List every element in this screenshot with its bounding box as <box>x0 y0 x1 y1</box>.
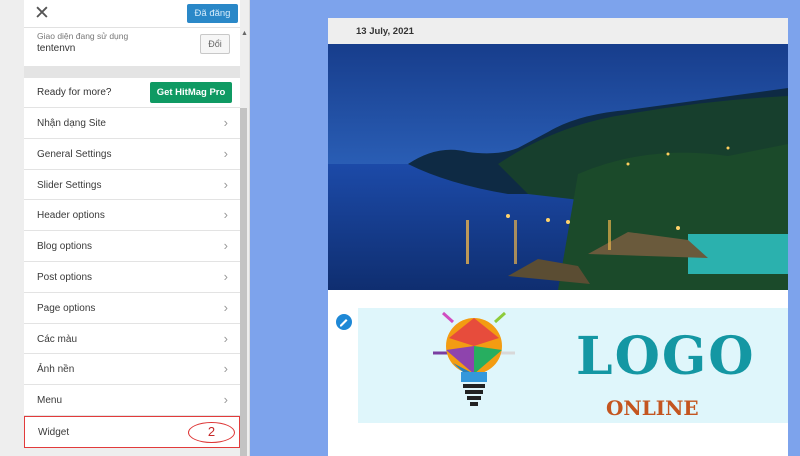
site-logo[interactable]: LOGO ONLINE <box>358 308 788 423</box>
get-pro-button[interactable]: Get HitMag Pro <box>150 82 232 103</box>
menu-item-label: General Settings <box>37 148 112 160</box>
menu-item-post-options[interactable]: Post options › <box>24 261 240 293</box>
chevron-right-icon: › <box>223 207 228 223</box>
publish-button[interactable]: Đã đăng <box>187 4 238 23</box>
menu-item-menus[interactable]: Menu › <box>24 385 240 416</box>
chevron-right-icon: › <box>223 299 228 315</box>
scroll-up-arrow-icon[interactable]: ▲ <box>241 30 248 37</box>
menu-item-colors[interactable]: Các màu › <box>24 323 240 355</box>
menu-item-label: Page options <box>37 302 96 314</box>
chevron-right-icon: › <box>223 268 228 284</box>
chevron-right-icon: › <box>223 361 228 377</box>
menu-item-label: Widget <box>38 426 70 438</box>
sidebar-scrollbar[interactable] <box>240 108 247 456</box>
menu-item-page-options[interactable]: Page options › <box>24 292 240 324</box>
section-divider <box>24 66 240 78</box>
chevron-right-icon: › <box>223 145 228 161</box>
upgrade-promo-row: Ready for more? Get HitMag Pro <box>24 78 240 108</box>
active-theme-label: Giao diện đang sử dụng <box>37 31 129 41</box>
edit-pencil-icon[interactable] <box>334 312 354 332</box>
top-date-bar: 13 July, 2021 <box>328 18 788 44</box>
menu-item-label: Post options <box>37 271 93 283</box>
logo-text: LOGO <box>576 326 756 387</box>
menu-item-slider-settings[interactable]: Slider Settings › <box>24 169 240 201</box>
menu-item-label: Các màu <box>37 333 78 345</box>
menu-item-site-identity[interactable]: Nhận dạng Site › <box>24 108 240 139</box>
logo-subtext: ONLINE <box>606 396 699 420</box>
menu-item-widgets[interactable]: Widget 2 <box>24 415 240 448</box>
close-icon[interactable]: ✕ <box>34 2 50 26</box>
chevron-right-icon: › <box>223 115 228 130</box>
customizer-menu: Nhận dạng Site › General Settings › Slid… <box>24 108 240 448</box>
customizer-sidebar: ✕ Đã đăng Giao diện đang sử dụng tentenv… <box>0 0 250 456</box>
chevron-right-icon: › <box>223 238 228 254</box>
chevron-right-icon: › <box>223 176 228 192</box>
menu-item-label: Ảnh nền <box>37 364 75 376</box>
chevron-right-icon: › <box>223 392 228 408</box>
current-date: 13 July, 2021 <box>356 26 414 37</box>
menu-item-label: Menu <box>37 395 63 407</box>
chevron-right-icon: › <box>223 330 228 346</box>
menu-item-label: Header options <box>37 210 105 222</box>
change-theme-button[interactable]: Đổi <box>200 34 230 54</box>
menu-item-blog-options[interactable]: Blog options › <box>24 231 240 262</box>
lightbulb-logo-icon <box>433 311 515 406</box>
menu-item-label: Blog options <box>37 241 93 253</box>
menu-item-header-options[interactable]: Header options › <box>24 200 240 232</box>
upgrade-promo-text: Ready for more? <box>37 87 112 98</box>
step-number-annotation: 2 <box>188 421 235 443</box>
menu-item-background-image[interactable]: Ảnh nền › <box>24 354 240 386</box>
menu-item-general-settings[interactable]: General Settings › <box>24 138 240 170</box>
hero-image <box>328 44 788 290</box>
active-theme-name: tentenvn <box>37 43 76 54</box>
site-preview: 13 July, 2021 LOGO ONLINE <box>328 18 788 456</box>
active-theme-panel: Giao diện đang sử dụng tentenvn Đổi <box>24 28 240 66</box>
customizer-header: ✕ Đã đăng <box>24 0 240 28</box>
menu-item-label: Nhận dạng Site <box>37 118 106 129</box>
menu-item-label: Slider Settings <box>37 179 102 191</box>
